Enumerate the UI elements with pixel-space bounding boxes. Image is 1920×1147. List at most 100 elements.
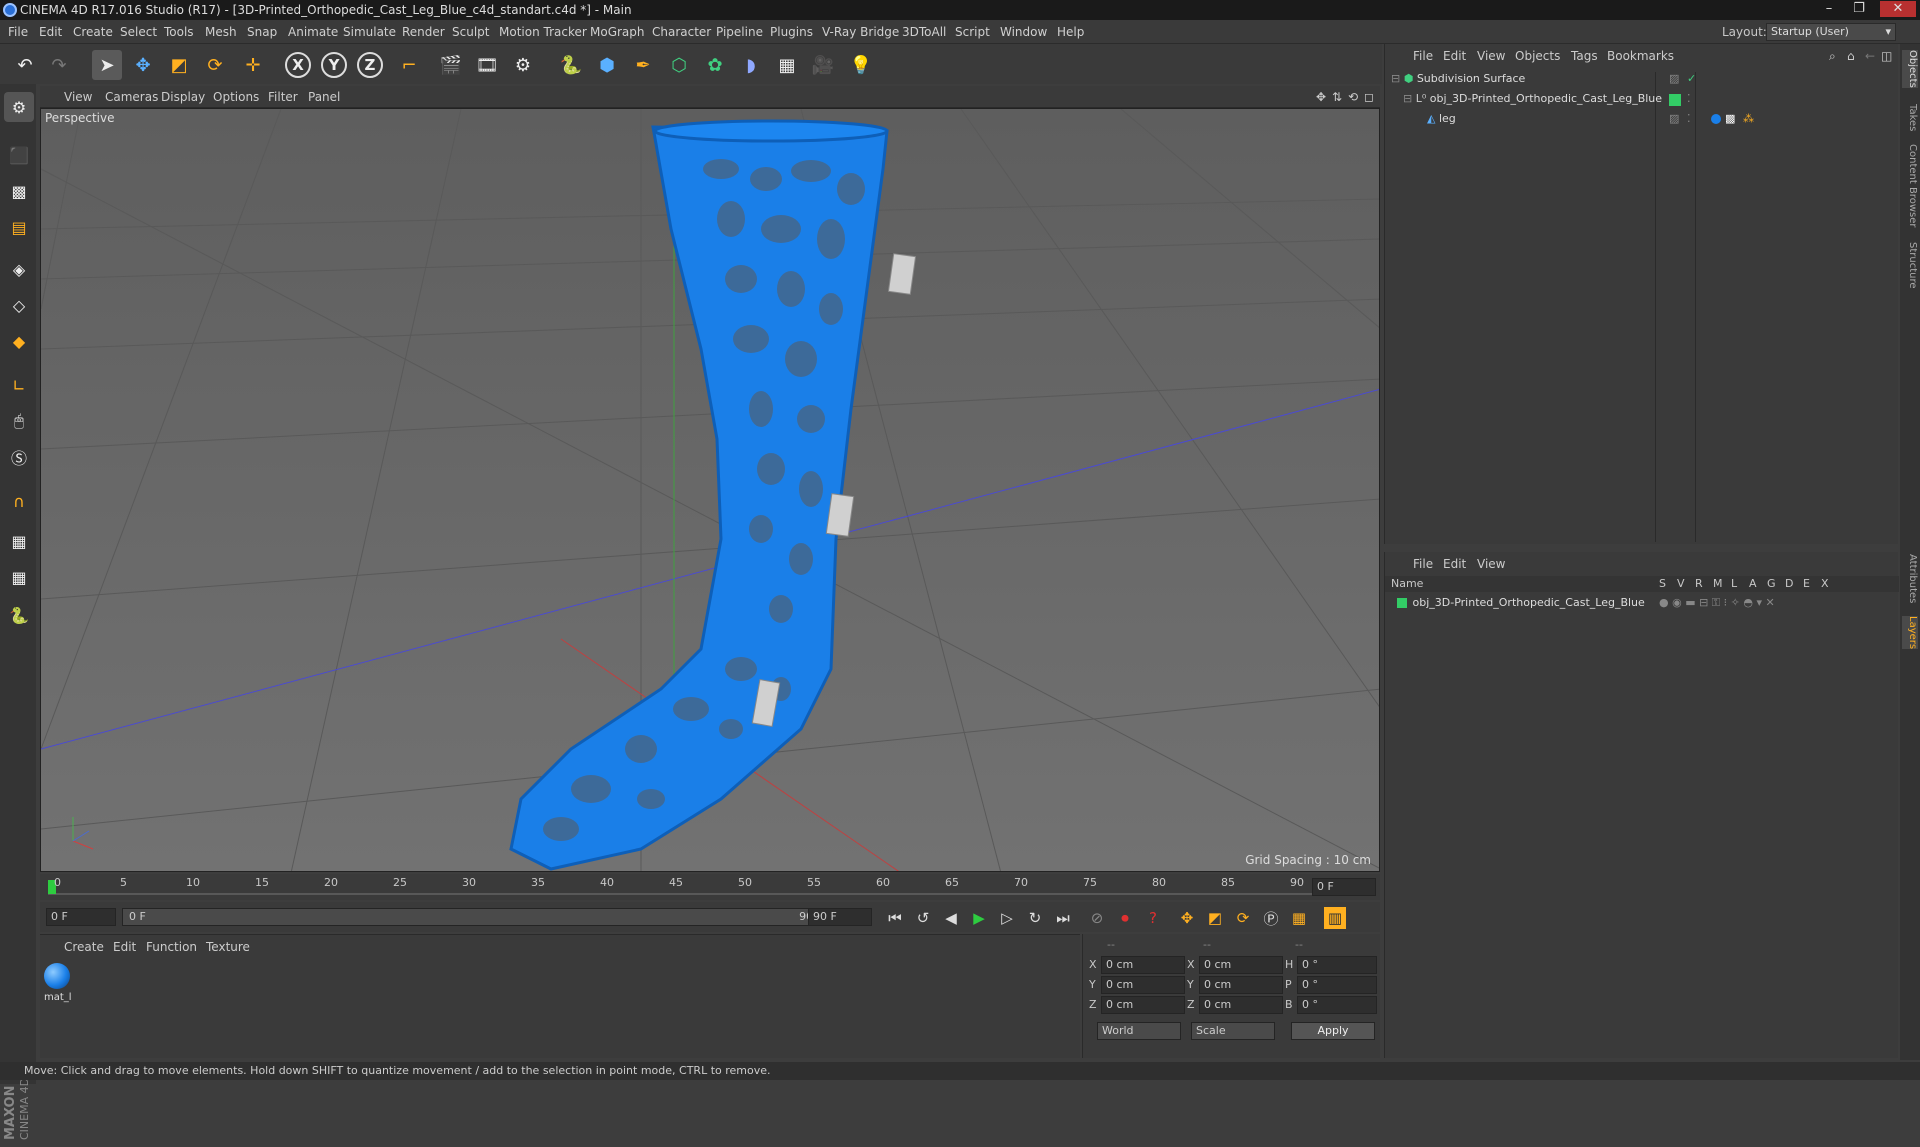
col-s[interactable]: S bbox=[1659, 576, 1666, 592]
pos-y-field[interactable]: 0 cm bbox=[1101, 976, 1185, 994]
undo-button[interactable]: ↶ bbox=[10, 50, 40, 80]
menu-mesh[interactable]: Mesh bbox=[205, 20, 237, 44]
layer-row[interactable]: obj_3D-Printed_Orthopedic_Cast_Leg_Blue … bbox=[1395, 594, 1895, 612]
menu-mograph[interactable]: MoGraph bbox=[590, 20, 645, 44]
viewport-menu-display[interactable]: Display bbox=[161, 86, 205, 108]
menu-file[interactable]: File bbox=[8, 20, 28, 44]
material-tag-icon[interactable] bbox=[1709, 110, 1723, 128]
object-row-leg[interactable]: ◭ leg ▨ ⁚ ▩ ⁂ bbox=[1427, 110, 1893, 128]
timeline-window-button[interactable]: ▥ bbox=[1324, 907, 1346, 929]
python-button[interactable]: 🐍 bbox=[556, 50, 586, 80]
rotate-tool-button[interactable]: ⟳ bbox=[200, 50, 230, 80]
pos-z-field[interactable]: 0 cm bbox=[1101, 996, 1185, 1014]
prev-key-button[interactable]: ↺ bbox=[912, 907, 934, 929]
material-menu-create[interactable]: Create bbox=[64, 935, 104, 959]
key-pla-button[interactable]: ▦ bbox=[1288, 907, 1310, 929]
goto-end-button[interactable]: ⏭ bbox=[1052, 907, 1074, 929]
material-menu-edit[interactable]: Edit bbox=[113, 935, 136, 959]
objmgr-menu-edit[interactable]: Edit bbox=[1443, 44, 1466, 68]
col-e[interactable]: E bbox=[1803, 576, 1810, 592]
col-v[interactable]: V bbox=[1677, 576, 1685, 592]
key-position-button[interactable]: ✥ bbox=[1176, 907, 1198, 929]
menu-character[interactable]: Character bbox=[652, 20, 711, 44]
col-l[interactable]: L bbox=[1731, 576, 1737, 592]
tab-structure[interactable]: Structure bbox=[1902, 242, 1918, 289]
size-x-field[interactable]: 0 cm bbox=[1199, 956, 1283, 974]
layermgr-menu-view[interactable]: View bbox=[1477, 552, 1505, 576]
tab-content-browser[interactable]: Content Browser bbox=[1902, 144, 1918, 227]
enabled-check-icon[interactable]: ✓ bbox=[1687, 70, 1696, 88]
phong-tag-icon[interactable]: ⁂ bbox=[1743, 110, 1754, 128]
objmgr-menu-view[interactable]: View bbox=[1477, 44, 1505, 68]
layermgr-menu-file[interactable]: File bbox=[1413, 552, 1433, 576]
objmgr-menu-objects[interactable]: Objects bbox=[1515, 44, 1560, 68]
frame-range-slider[interactable]: 0 F 90 F bbox=[122, 908, 842, 926]
menu-select[interactable]: Select bbox=[120, 20, 157, 44]
cube-primitive-button[interactable]: ⬢ bbox=[592, 50, 622, 80]
move-tool-button[interactable]: ✥ bbox=[128, 50, 158, 80]
snap-button[interactable]: ∩ bbox=[4, 486, 34, 516]
render-picture-viewer-button[interactable]: 🎞 bbox=[472, 50, 502, 80]
minimize-button[interactable]: – bbox=[1816, 1, 1842, 17]
col-x[interactable]: X bbox=[1821, 576, 1829, 592]
z-axis-lock-button[interactable]: Z bbox=[357, 52, 383, 78]
timeline-ruler[interactable]: 0 5 10 15 20 25 30 35 40 45 50 55 60 65 … bbox=[40, 874, 1380, 900]
menu-plugins[interactable]: Plugins bbox=[770, 20, 813, 44]
visibility-dots-icon[interactable]: ⁚ bbox=[1687, 110, 1691, 128]
rot-h-field[interactable]: 0 ° bbox=[1297, 956, 1377, 974]
search-icon[interactable]: ⌕ bbox=[1829, 44, 1836, 68]
viewport-menu-filter[interactable]: Filter bbox=[268, 86, 298, 108]
python-script-button[interactable]: 🐍 bbox=[4, 600, 34, 630]
visibility-dots-icon[interactable]: ⁚ bbox=[1687, 90, 1691, 108]
viewport-menu-panel[interactable]: Panel bbox=[308, 86, 340, 108]
subdivision-surface-button[interactable]: ⬡ bbox=[664, 50, 694, 80]
apply-button[interactable]: Apply bbox=[1291, 1022, 1375, 1040]
rot-b-field[interactable]: 0 ° bbox=[1297, 996, 1377, 1014]
uvw-tag-icon[interactable]: ▩ bbox=[1725, 110, 1735, 128]
object-row-cast[interactable]: ⊟ L⁰ obj_3D-Printed_Orthopedic_Cast_Leg_… bbox=[1403, 90, 1893, 108]
layout-dropdown[interactable]: Startup (User) ▾ bbox=[1766, 23, 1896, 41]
keyframe-selection-button[interactable]: ? bbox=[1142, 907, 1164, 929]
menu-motion-tracker[interactable]: Motion Tracker bbox=[499, 20, 587, 44]
material-menu-function[interactable]: Function bbox=[146, 935, 197, 959]
objmgr-menu-tags[interactable]: Tags bbox=[1571, 44, 1598, 68]
objmgr-menu-bookmarks[interactable]: Bookmarks bbox=[1607, 44, 1674, 68]
scale-tool-button[interactable]: ◩ bbox=[164, 50, 194, 80]
col-g[interactable]: G bbox=[1767, 576, 1776, 592]
transform-tool-button[interactable]: ✛ bbox=[238, 50, 268, 80]
polygons-mode-button[interactable]: ◆ bbox=[4, 326, 34, 356]
menu-sculpt[interactable]: Sculpt bbox=[452, 20, 489, 44]
back-icon[interactable]: ← bbox=[1865, 44, 1875, 68]
tab-attributes[interactable]: Attributes bbox=[1902, 554, 1918, 603]
col-r[interactable]: R bbox=[1695, 576, 1703, 592]
tweak-mode-button[interactable]: 🖱 bbox=[4, 406, 34, 436]
viewport-maximize-icon[interactable]: ◻ bbox=[1364, 86, 1374, 108]
light-button[interactable]: 💡 bbox=[846, 50, 876, 80]
planar-workplane-button[interactable]: ▦ bbox=[4, 562, 34, 592]
solo-button[interactable]: Ⓢ bbox=[4, 442, 34, 472]
col-a[interactable]: A bbox=[1749, 576, 1757, 592]
coord-system-dropdown[interactable]: World bbox=[1097, 1022, 1181, 1040]
pos-x-field[interactable]: 0 cm bbox=[1101, 956, 1185, 974]
size-z-field[interactable]: 0 cm bbox=[1199, 996, 1283, 1014]
next-key-button[interactable]: ↻ bbox=[1024, 907, 1046, 929]
prev-frame-button[interactable]: ◀ bbox=[940, 907, 962, 929]
next-frame-button[interactable]: ▷ bbox=[996, 907, 1018, 929]
enable-axis-button[interactable]: ∟ bbox=[4, 370, 34, 400]
viewport-menu-options[interactable]: Options bbox=[213, 86, 259, 108]
layer-color-swatch[interactable] bbox=[1397, 598, 1407, 608]
menu-help[interactable]: Help bbox=[1057, 20, 1084, 44]
menu-tools[interactable]: Tools bbox=[164, 20, 194, 44]
viewport-menu-view[interactable]: View bbox=[64, 86, 92, 108]
points-mode-button[interactable]: ◈ bbox=[4, 254, 34, 284]
key-parameter-button[interactable]: Ⓟ bbox=[1260, 907, 1282, 929]
menu-animate[interactable]: Animate bbox=[288, 20, 338, 44]
viewport-rotate-icon[interactable]: ⟲ bbox=[1348, 86, 1358, 108]
render-settings-button[interactable]: ⚙ bbox=[508, 50, 538, 80]
layer-color-chip[interactable] bbox=[1669, 94, 1681, 106]
camera-button[interactable]: 🎥 bbox=[808, 50, 838, 80]
make-editable-button[interactable]: ⚙ bbox=[4, 92, 34, 122]
menu-edit[interactable]: Edit bbox=[39, 20, 62, 44]
play-button[interactable]: ▶ bbox=[968, 907, 990, 929]
texture-mode-button[interactable]: ▩ bbox=[4, 176, 34, 206]
